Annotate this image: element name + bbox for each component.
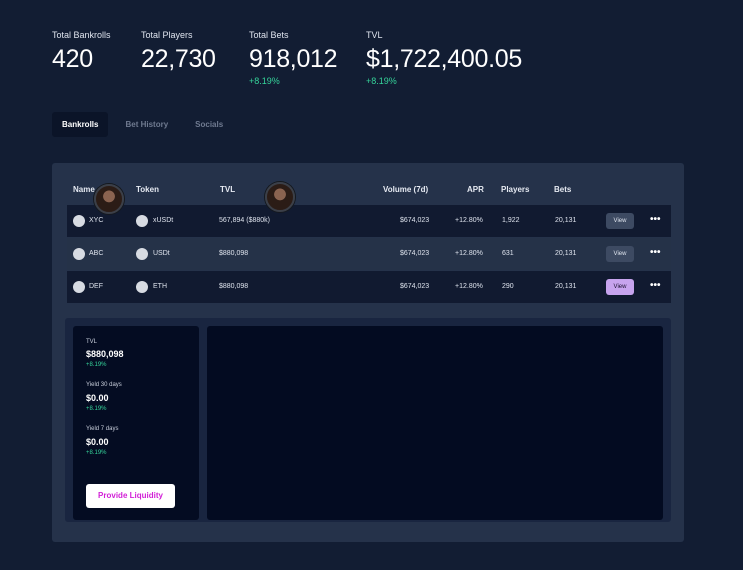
row-volume: $674,023: [400, 283, 430, 290]
user-avatar: [265, 182, 295, 212]
row-name: ABC: [89, 250, 104, 257]
chart-area: [207, 326, 663, 520]
row-token: USDt: [153, 250, 170, 257]
provide-liquidity-button[interactable]: Provide Liquidity: [86, 484, 175, 508]
column-header-volume: Volume (7d): [383, 185, 429, 194]
bankroll-stats-card: TVL $880,098 +8.19% Yield 30 days $0.00 …: [73, 326, 199, 520]
column-header-tvl: TVL: [220, 185, 236, 194]
bankroll-detail: TVL $880,098 +8.19% Yield 30 days $0.00 …: [65, 318, 671, 522]
stat-delta: +8.19%: [249, 76, 280, 86]
row-name: DEF: [89, 283, 103, 290]
column-header-apr: APR: [467, 185, 484, 194]
token-icon: [136, 248, 148, 260]
stat-total-bankrolls: Total Bankrolls 420: [52, 30, 111, 86]
token-icon: [136, 215, 148, 227]
detail-tvl-delta: +8.19%: [86, 362, 107, 368]
stat-value: 420: [52, 45, 93, 73]
tab-bet-history[interactable]: Bet History: [115, 112, 178, 137]
row-apr: +12.80%: [455, 283, 483, 290]
bankroll-token-icon: [73, 281, 85, 293]
row-token: ETH: [153, 283, 167, 290]
row-players: 631: [502, 250, 514, 257]
more-options-icon[interactable]: •••: [650, 247, 661, 258]
stat-label: TVL: [366, 30, 383, 40]
detail-yield7-delta: +8.19%: [86, 450, 107, 456]
view-button-active[interactable]: View: [606, 279, 634, 295]
bankroll-token-icon: [73, 248, 85, 260]
row-apr: +12.80%: [455, 250, 483, 257]
tab-socials[interactable]: Socials: [185, 112, 233, 137]
column-header-players: Players: [501, 185, 530, 194]
stat-value: 22,730: [141, 45, 216, 73]
stat-total-bets: Total Bets 918,012 +8.19%: [249, 30, 338, 86]
stat-value: $1,722,400.05: [366, 45, 522, 73]
row-apr: +12.80%: [455, 217, 483, 224]
row-volume: $674,023: [400, 217, 430, 224]
row-players: 1,922: [502, 217, 520, 224]
column-header-token: Token: [136, 185, 159, 194]
more-options-icon[interactable]: •••: [650, 214, 661, 225]
stat-total-players: Total Players 22,730: [141, 30, 219, 86]
detail-yield7-value: $0.00: [86, 437, 109, 447]
stat-delta: +8.19%: [366, 76, 397, 86]
stat-label: Total Bankrolls: [52, 30, 111, 40]
table-row[interactable]: DEF ETH $880,098 $674,023 +12.80% 290 20…: [67, 271, 671, 303]
row-bets: 20,131: [555, 217, 577, 224]
detail-yield30-value: $0.00: [86, 393, 109, 403]
stat-label: Total Bets: [249, 30, 289, 40]
view-button[interactable]: View: [606, 246, 634, 262]
detail-yield7-label: Yield 7 days: [86, 426, 119, 432]
row-bets: 20,131: [555, 283, 577, 290]
view-button[interactable]: View: [606, 213, 634, 229]
row-token: xUSDt: [153, 217, 174, 224]
stats-bar: Total Bankrolls 420 Total Players 22,730…: [52, 30, 552, 86]
tab-bankrolls[interactable]: Bankrolls: [52, 112, 109, 137]
detail-tvl-label: TVL: [86, 339, 98, 345]
row-tvl: 567,894 ($880k): [219, 217, 270, 224]
row-bets: 20,131: [555, 250, 577, 257]
bankroll-token-icon: [73, 215, 85, 227]
row-tvl: $880,098: [219, 283, 249, 290]
table-header: Name Token TVL Volume (7d) APR Players B…: [52, 183, 684, 197]
user-avatar: [94, 184, 124, 214]
tab-bar: Bankrolls Bet History Socials: [52, 112, 240, 137]
column-header-name: Name: [73, 185, 95, 194]
stat-label: Total Players: [141, 30, 193, 40]
row-volume: $674,023: [400, 250, 430, 257]
row-players: 290: [502, 283, 514, 290]
stat-tvl: TVL $1,722,400.05 +8.19%: [366, 30, 522, 86]
detail-yield30-delta: +8.19%: [86, 406, 107, 412]
stat-value: 918,012: [249, 45, 338, 73]
column-header-bets: Bets: [554, 185, 572, 194]
token-icon: [136, 281, 148, 293]
detail-tvl-value: $880,098: [86, 349, 124, 359]
row-tvl: $880,098: [219, 250, 249, 257]
table-row[interactable]: XYC xUSDt 567,894 ($880k) $674,023 +12.8…: [67, 205, 671, 237]
table-row[interactable]: ABC USDt $880,098 $674,023 +12.80% 631 2…: [67, 238, 671, 270]
more-options-icon[interactable]: •••: [650, 280, 661, 291]
detail-yield30-label: Yield 30 days: [86, 382, 122, 388]
row-name: XYC: [89, 217, 104, 224]
